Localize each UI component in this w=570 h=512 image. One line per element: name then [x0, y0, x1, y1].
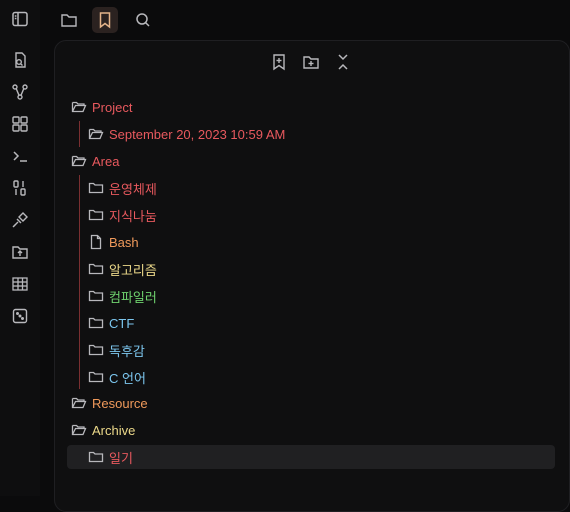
tree-label: C 언어 — [109, 370, 146, 386]
folder-icon — [88, 371, 104, 383]
upload-folder-icon[interactable] — [10, 242, 30, 262]
open-switcher-icon[interactable] — [10, 50, 30, 70]
folder-icon — [88, 182, 104, 194]
tree-label: September 20, 2023 10:59 AM — [109, 126, 286, 142]
search-tab[interactable] — [130, 7, 156, 33]
left-ribbon — [0, 0, 40, 496]
selected-row-highlight — [67, 445, 555, 469]
folder-icon — [88, 451, 104, 463]
tree-label: 알고리즘 — [109, 262, 157, 278]
graph-view-icon[interactable] — [10, 82, 30, 102]
bookmark-current-icon[interactable] — [269, 52, 289, 72]
folder-open-icon — [71, 397, 87, 409]
tree-label: 지식나눔 — [109, 208, 157, 224]
tree-item-folder-selected[interactable]: 일기 — [88, 445, 133, 469]
folder-icon — [88, 263, 104, 275]
folder-open-icon — [71, 424, 87, 436]
tree-group-project[interactable]: Project — [71, 95, 132, 119]
folder-open-icon — [71, 155, 87, 167]
tree-item-folder[interactable]: 운영체제 — [88, 176, 157, 200]
tree-label: Area — [92, 153, 120, 169]
tree-item-folder[interactable]: CTF — [88, 311, 134, 335]
tree-label: Archive — [92, 422, 136, 438]
tree-label: 컴파일러 — [109, 289, 157, 305]
canvas-icon[interactable] — [10, 114, 30, 134]
area-indent-guide — [79, 175, 80, 389]
tree-group-area[interactable]: Area — [71, 149, 119, 173]
tree-item-folder[interactable]: 알고리즘 — [88, 257, 157, 281]
random-note-icon[interactable] — [10, 306, 30, 326]
tree-label: CTF — [109, 315, 135, 331]
table-icon[interactable] — [10, 274, 30, 294]
file-icon — [90, 234, 102, 250]
folder-icon — [88, 209, 104, 221]
tree-item-note[interactable]: September 20, 2023 10:59 AM — [88, 122, 285, 146]
sidebar-toggle-icon[interactable] — [10, 9, 30, 29]
files-tab[interactable] — [56, 7, 82, 33]
tree-item-folder[interactable]: 컴파일러 — [88, 284, 157, 308]
tree-item-folder[interactable]: C 언어 — [88, 365, 146, 389]
folder-open-icon — [88, 128, 104, 140]
tree-label: Bash — [109, 234, 139, 250]
binary-icon[interactable] — [10, 178, 30, 198]
collapse-all-icon[interactable] — [333, 52, 353, 72]
tree-label: 일기 — [109, 450, 133, 466]
folder-icon — [88, 317, 104, 329]
tree-item-file[interactable]: Bash — [88, 230, 139, 254]
tree-label: 독후감 — [109, 343, 145, 359]
tree-item-folder[interactable]: 독후감 — [88, 338, 145, 362]
folder-icon — [88, 290, 104, 302]
tree-label: Project — [92, 99, 133, 115]
folder-icon — [88, 344, 104, 356]
tree-group-archive[interactable]: Archive — [71, 418, 135, 442]
project-indent-guide — [79, 121, 80, 147]
tree-label: 운영체제 — [109, 181, 157, 197]
folder-open-icon — [71, 101, 87, 113]
command-palette-icon[interactable] — [10, 146, 30, 166]
new-group-icon[interactable] — [301, 52, 321, 72]
bookmarks-tab[interactable] — [92, 7, 118, 33]
tree-item-folder[interactable]: 지식나눔 — [88, 203, 157, 227]
tree-group-resource[interactable]: Resource — [71, 391, 148, 415]
plugin-icon[interactable] — [10, 210, 30, 230]
tree-label: Resource — [92, 395, 148, 411]
